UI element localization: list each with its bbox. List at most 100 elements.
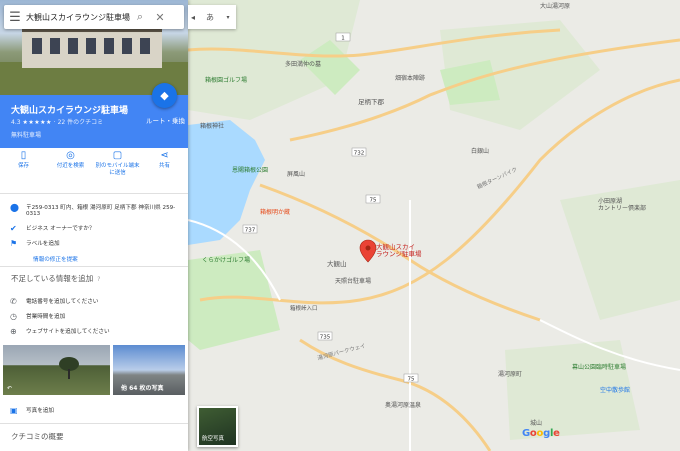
route-shield-label: 75 bbox=[408, 377, 415, 383]
add-phone-row[interactable]: ✆ 電話番号を追加してください bbox=[10, 297, 98, 306]
add-photo-text: 写真を追加 bbox=[26, 408, 54, 414]
map-label: 箱根明か蔵 bbox=[260, 208, 290, 216]
flag-icon: ⚑ bbox=[10, 239, 18, 248]
action-bar: ▯ 保存 ◎ 付近を検索 ▢ 別のモバイル端末に送信 ⋖ 共有 bbox=[0, 150, 188, 190]
input-tools-button[interactable]: あ bbox=[198, 12, 222, 23]
collapse-panel-icon[interactable]: ◂ bbox=[188, 13, 198, 22]
chevron-down-icon[interactable]: ▾ bbox=[222, 14, 234, 21]
help-icon[interactable]: ? bbox=[97, 276, 100, 283]
more-photos-thumbnail[interactable]: 他 64 枚の写真 bbox=[113, 345, 185, 395]
place-category[interactable]: 無料駐車場 bbox=[11, 130, 41, 139]
map-label: 幕山公園臨時駐車場 bbox=[572, 363, 626, 371]
star-icons: ★★★★★ bbox=[22, 119, 52, 126]
phone-send-icon: ▢ bbox=[112, 150, 123, 161]
divider bbox=[0, 266, 188, 267]
divider bbox=[0, 423, 188, 424]
divider bbox=[0, 193, 188, 194]
share-icon: ⋖ bbox=[160, 150, 169, 161]
action-label: 保存 bbox=[17, 163, 29, 169]
search-icon[interactable]: ⌕ bbox=[130, 5, 150, 29]
place-name: 大観山スカイラウンジ駐車場 bbox=[11, 106, 129, 116]
street-view-thumbnail[interactable]: ↶ bbox=[3, 345, 110, 395]
nearby-button[interactable]: ◎ 付近を検索 bbox=[47, 150, 94, 190]
map-label: 空中散歩館 bbox=[600, 386, 630, 394]
save-button[interactable]: ▯ 保存 bbox=[0, 150, 47, 190]
map-label: 屏風山 bbox=[287, 170, 305, 178]
bookmark-icon: ▯ bbox=[20, 150, 27, 161]
location-icon: ⬤ bbox=[10, 203, 19, 212]
action-label: 別のモバイル端末に送信 bbox=[95, 163, 140, 176]
satellite-toggle-button[interactable]: 航空写真 bbox=[197, 406, 238, 447]
address-text: 〒259-0313 町内、箱根 湯河原町 足柄下郡 神奈川県 259-0313 bbox=[26, 205, 176, 217]
clock-icon: ◷ bbox=[10, 312, 17, 321]
route-shield-label: 75 bbox=[370, 198, 377, 204]
verified-icon: ✔ bbox=[10, 224, 17, 233]
phone-icon: ✆ bbox=[10, 297, 17, 306]
add-phone-text: 電話番号を追加してください bbox=[26, 299, 99, 305]
action-label: 共有 bbox=[158, 163, 170, 169]
map-label: 多田満仲の墓 bbox=[285, 60, 321, 68]
owner-row[interactable]: ✔ ビジネス オーナーですか？ bbox=[10, 224, 95, 233]
satellite-label: 航空写真 bbox=[202, 436, 225, 442]
route-shield-label: 737 bbox=[245, 228, 256, 234]
route-shield-label: 1 bbox=[341, 36, 345, 42]
search-box: ☰ ⌕ ✕ bbox=[4, 5, 184, 29]
close-icon[interactable]: ✕ bbox=[150, 5, 170, 29]
map-label: 奥湯河原温泉 bbox=[385, 401, 421, 409]
menu-icon[interactable]: ☰ bbox=[4, 5, 26, 29]
suggest-edit-link[interactable]: 情報の修正を提案 bbox=[33, 255, 78, 263]
street-view-icon: ↶ bbox=[7, 385, 13, 392]
add-hours-text: 営業時間を追加 bbox=[26, 314, 66, 320]
owner-text: ビジネス オーナーですか？ bbox=[26, 226, 95, 232]
route-shield-label: 732 bbox=[354, 151, 365, 157]
route-shield: 75 bbox=[403, 373, 419, 383]
map-label: 箱根峠入口 bbox=[290, 304, 318, 312]
rating-row: 4.3 ★★★★★ · 22 件のクチコミ bbox=[11, 117, 103, 126]
search-input[interactable] bbox=[26, 12, 130, 22]
map-label: 恩賜箱根公園 bbox=[232, 166, 268, 174]
trunk bbox=[68, 369, 70, 379]
share-button[interactable]: ⋖ 共有 bbox=[141, 150, 188, 190]
map-label: 足柄下郡 bbox=[358, 97, 385, 106]
reviews-title: クチコミの概要 bbox=[11, 432, 64, 441]
route-shield: 735 bbox=[317, 331, 333, 341]
route-shield: 737 bbox=[242, 224, 258, 234]
map-label: 大山湯河原 bbox=[540, 2, 570, 10]
address-row[interactable]: ⬤ 〒259-0313 町内、箱根 湯河原町 足柄下郡 神奈川県 259-031… bbox=[10, 203, 180, 217]
rating-value: 4.3 bbox=[11, 119, 21, 126]
building bbox=[22, 28, 162, 68]
nearby-icon: ◎ bbox=[66, 150, 75, 161]
map-label: くらかけゴルフ場 bbox=[202, 256, 250, 264]
map-label: 天照台駐車場 bbox=[335, 277, 371, 285]
map-label: 城山 bbox=[530, 419, 542, 427]
map-label: 箱根神社 bbox=[200, 122, 224, 130]
missing-info-title-text: 不足している情報を追加 bbox=[11, 274, 94, 283]
add-website-row[interactable]: ⊕ ウェブサイトを追加してください bbox=[10, 327, 110, 336]
google-logo: Google bbox=[522, 428, 560, 439]
add-hours-row[interactable]: ◷ 営業時間を追加 bbox=[10, 312, 65, 321]
action-label: 付近を検索 bbox=[56, 163, 85, 169]
globe-icon: ⊕ bbox=[10, 327, 17, 336]
map-label: 湯河原町 bbox=[498, 370, 522, 378]
add-photo-row[interactable]: ▣ 写真を追加 bbox=[10, 406, 54, 415]
route-shield-label: 735 bbox=[320, 335, 331, 341]
label-text: ラベルを追加 bbox=[26, 241, 60, 247]
map-label: 大観山 bbox=[327, 259, 347, 268]
route-shield: 75 bbox=[365, 194, 381, 204]
send-to-phone-button[interactable]: ▢ 別のモバイル端末に送信 bbox=[94, 150, 141, 190]
review-count[interactable]: · 22 件のクチコミ bbox=[54, 119, 103, 126]
place-panel: ☰ ⌕ ✕ ◆ ルート・乗換 大観山スカイラウンジ駐車場 4.3 ★★★★★ ·… bbox=[0, 0, 188, 451]
map-toolbar: ◂ あ ▾ bbox=[188, 5, 236, 29]
route-shield: 1 bbox=[335, 32, 351, 42]
more-photos-label: 他 64 枚の写真 bbox=[121, 385, 164, 392]
add-website-text: ウェブサイトを追加してください bbox=[26, 329, 110, 335]
missing-info-title: 不足している情報を追加? bbox=[11, 273, 100, 284]
camera-icon: ▣ bbox=[10, 406, 18, 415]
map-label: 箱根園ゴルフ場 bbox=[205, 76, 247, 84]
label-row[interactable]: ⚑ ラベルを追加 bbox=[10, 239, 60, 248]
map-label: 白銀山 bbox=[471, 147, 489, 155]
photo-strip: ↶ 他 64 枚の写真 bbox=[3, 345, 185, 395]
directions-label[interactable]: ルート・乗換 bbox=[146, 115, 185, 125]
route-shield: 732 bbox=[351, 147, 367, 157]
directions-icon[interactable]: ◆ bbox=[152, 83, 177, 108]
